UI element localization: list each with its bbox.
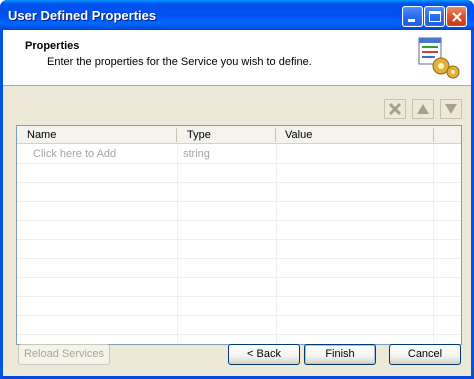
header-title: Properties: [25, 40, 80, 52]
maximize-icon: [429, 11, 441, 22]
grid-column-line: [276, 144, 277, 344]
dialog-client-area: Properties Enter the properties for the …: [3, 30, 471, 376]
arrow-down-icon: [445, 104, 457, 114]
wizard-header: Properties Enter the properties for the …: [3, 30, 471, 86]
grid-column-line: [177, 144, 178, 344]
minimize-button[interactable]: [402, 6, 423, 27]
arrow-up-icon: [417, 104, 429, 114]
grid-row-line: [17, 220, 461, 221]
grid-row-line: [17, 182, 461, 183]
back-button[interactable]: < Back: [228, 344, 300, 365]
grid-row-line: [17, 334, 461, 335]
column-header-type[interactable]: Type: [187, 129, 211, 141]
column-separator[interactable]: [176, 128, 177, 142]
column-separator[interactable]: [275, 128, 276, 142]
dialog-window: User Defined Properties Properties Enter…: [0, 0, 474, 379]
column-separator[interactable]: [433, 128, 434, 142]
grid-row-line: [17, 239, 461, 240]
cancel-button[interactable]: Cancel: [389, 344, 461, 365]
close-icon: [452, 12, 462, 22]
grid-row-line: [17, 201, 461, 202]
properties-grid[interactable]: Name Type Value Click here to Add string: [16, 125, 462, 345]
grid-header: Name Type Value: [17, 126, 461, 144]
move-down-button[interactable]: [440, 99, 462, 119]
reload-services-button[interactable]: Reload Services: [18, 344, 110, 365]
add-row-name-cell[interactable]: Click here to Add: [33, 148, 116, 160]
close-button[interactable]: [446, 6, 467, 27]
minimize-icon: [408, 19, 415, 22]
delete-row-button[interactable]: [384, 99, 406, 119]
grid-row-line: [17, 296, 461, 297]
grid-row-line: [17, 258, 461, 259]
grid-row-line: [17, 163, 461, 164]
header-description: Enter the properties for the Service you…: [47, 56, 312, 68]
grid-column-line: [433, 144, 434, 344]
window-title: User Defined Properties: [8, 8, 157, 23]
title-bar[interactable]: User Defined Properties: [0, 0, 474, 30]
delete-x-icon: [388, 102, 402, 116]
grid-row-line: [17, 315, 461, 316]
column-header-value[interactable]: Value: [285, 129, 312, 141]
grid-row-line: [17, 277, 461, 278]
column-header-name[interactable]: Name: [27, 129, 56, 141]
maximize-button[interactable]: [424, 6, 445, 27]
properties-gear-icon: [418, 37, 460, 79]
add-row-type-cell[interactable]: string: [183, 148, 210, 160]
finish-button[interactable]: Finish: [304, 344, 376, 365]
move-up-button[interactable]: [412, 99, 434, 119]
